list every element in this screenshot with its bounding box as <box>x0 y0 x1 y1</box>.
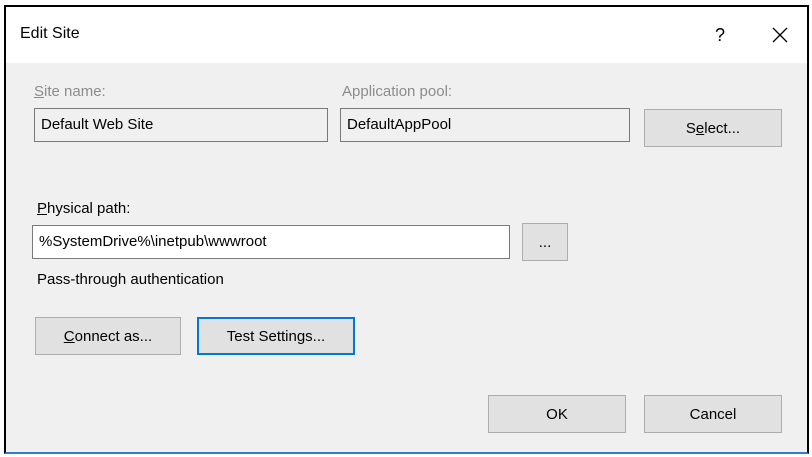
site-name-field: Default Web Site <box>34 108 328 142</box>
select-button[interactable]: Select... <box>644 109 782 147</box>
test-settings-button[interactable]: Test Settings... <box>197 317 355 355</box>
edit-site-dialog: Edit Site ? Site name: Default Web Site … <box>4 5 809 454</box>
dialog-title: Edit Site <box>20 25 80 42</box>
close-icon <box>772 27 788 43</box>
cancel-button[interactable]: Cancel <box>644 395 782 433</box>
connect-as-button[interactable]: Connect as... <box>35 317 181 355</box>
application-pool-label: Application pool: <box>342 83 453 100</box>
browse-button[interactable]: ... <box>522 223 568 261</box>
site-name-label: Site name: <box>34 83 106 100</box>
close-button[interactable] <box>760 19 800 51</box>
application-pool-field: DefaultAppPool <box>340 108 630 142</box>
physical-path-input[interactable]: %SystemDrive%\inetpub\wwwroot <box>32 225 510 259</box>
help-icon: ? <box>714 25 725 45</box>
ok-button[interactable]: OK <box>488 395 626 433</box>
title-bar: Edit Site ? <box>6 7 807 63</box>
pass-through-authentication-label: Pass-through authentication <box>37 271 224 288</box>
help-button[interactable]: ? <box>700 19 740 51</box>
physical-path-label: Physical path: <box>37 200 131 217</box>
